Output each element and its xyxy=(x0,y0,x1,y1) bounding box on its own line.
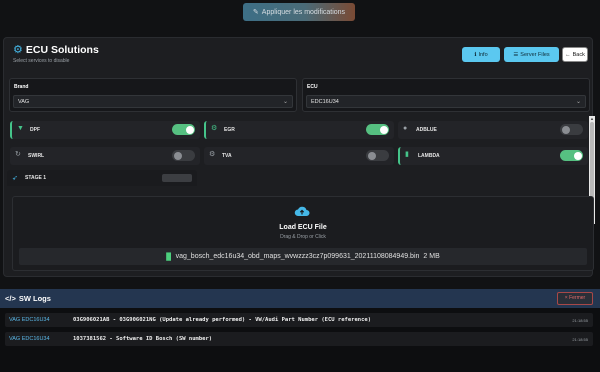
info-icon: ℹ xyxy=(474,51,477,58)
info-label: Info xyxy=(478,51,488,58)
close-logs-button[interactable]: × Fermer xyxy=(557,292,593,305)
back-arrow-icon: ← xyxy=(565,51,571,58)
option-swirl[interactable]: ↻ SWIRL xyxy=(10,147,200,165)
stage-label: STAGE 1 xyxy=(25,175,47,181)
toggle-knob xyxy=(573,151,582,160)
ecu-label: ECU xyxy=(307,84,318,90)
lambda-toggle[interactable] xyxy=(560,150,583,161)
file-icon: ▉ xyxy=(166,253,172,261)
close-icon: × xyxy=(564,295,568,301)
adblue-toggle[interactable] xyxy=(560,124,583,135)
log-time: 21:18:55 xyxy=(572,318,588,323)
toggle-knob xyxy=(379,125,388,134)
back-label: Back xyxy=(572,51,585,58)
sensor-icon: ▮ xyxy=(405,151,409,158)
logs-header: </> SW Logs × Fermer xyxy=(0,289,600,308)
close-logs-label: Fermer xyxy=(569,295,586,301)
info-button[interactable]: ℹ Info xyxy=(462,47,500,62)
ecu-select-group: ECU EDC16U34 ⌄ xyxy=(302,78,590,112)
brand-label: Brand xyxy=(14,84,29,90)
toggle-knob xyxy=(561,125,570,134)
server-files-button[interactable]: ☰ Server Files xyxy=(504,47,559,62)
cloud-upload-icon xyxy=(294,206,310,216)
option-stage-1[interactable]: ➶ STAGE 1 xyxy=(7,170,197,186)
brand-value: VAG xyxy=(18,99,30,105)
swirl-icon: ↻ xyxy=(15,151,21,158)
brand-select-group: Brand VAG ⌄ xyxy=(9,78,297,112)
option-egr[interactable]: ⚙ EGR xyxy=(204,121,394,139)
toggle-knob xyxy=(367,151,376,160)
logs-title-text: SW Logs xyxy=(18,294,51,303)
log-row: VAG EDC16U34 1037381562 - Software ID Bo… xyxy=(5,332,593,346)
panel-title: ⚙ ECU Solutions xyxy=(13,44,99,56)
droplet-icon: ● xyxy=(403,125,408,132)
rocket-icon: ➶ xyxy=(12,175,18,182)
pencil-icon: ✎ xyxy=(252,9,259,16)
filter-icon: ▼ xyxy=(17,125,24,132)
option-dpf[interactable]: ▼ DPF xyxy=(10,121,200,139)
back-button[interactable]: ← Back xyxy=(562,47,588,62)
option-adblue[interactable]: ● ADBLUE xyxy=(398,121,588,139)
loaded-file-bar: ▉ vag_bosch_edc16u34_obd_maps_wvwzzz3cz7… xyxy=(19,248,587,265)
egr-toggle[interactable] xyxy=(366,124,389,135)
server-icon: ☰ xyxy=(513,51,519,58)
log-source: VAG EDC16U34 xyxy=(9,336,50,342)
option-label: DPF xyxy=(30,127,40,133)
egr-icon: ⚙ xyxy=(211,125,218,132)
option-lambda[interactable]: ▮ LAMBDA xyxy=(398,147,588,165)
stage-badge xyxy=(162,174,192,182)
upload-dropzone[interactable]: Load ECU File Drag & Drop or Click ▉ vag… xyxy=(12,196,594,271)
log-message: 1037381562 - Software ID Bosch (SW numbe… xyxy=(73,336,213,342)
option-label: TVA xyxy=(222,153,232,159)
toggle-knob xyxy=(173,151,182,160)
server-files-label: Server Files xyxy=(520,51,550,58)
chevron-down-icon: ⌄ xyxy=(282,99,288,105)
upload-subtitle: Drag & Drop or Click xyxy=(280,234,326,240)
swirl-toggle[interactable] xyxy=(172,150,195,161)
apply-changes-button[interactable]: ✎ Appliquer les modifications xyxy=(243,3,355,21)
option-label: ADBLUE xyxy=(416,127,437,133)
brand-select[interactable]: VAG ⌄ xyxy=(13,95,293,108)
tva-toggle[interactable] xyxy=(366,150,389,161)
log-row: VAG EDC16U34 03G906021AB - 03G906021NG (… xyxy=(5,313,593,327)
log-source: VAG EDC16U34 xyxy=(9,317,50,323)
ecu-panel: ⚙ ECU Solutions Select services to disab… xyxy=(3,37,595,277)
panel-subtitle: Select services to disable xyxy=(13,58,70,64)
chevron-down-icon: ⌄ xyxy=(575,99,581,105)
option-tva[interactable]: ⚙ TVA xyxy=(204,147,394,165)
logs-title: </> SW Logs xyxy=(5,294,51,303)
option-label: SWIRL xyxy=(28,153,45,159)
dpf-toggle[interactable] xyxy=(172,124,195,135)
gear-icon: ⚙ xyxy=(209,151,216,158)
logs-body: VAG EDC16U34 03G906021AB - 03G906021NG (… xyxy=(0,308,600,372)
log-time: 21:18:55 xyxy=(572,337,588,342)
file-size: 2 MB xyxy=(423,253,440,260)
upload-title: Load ECU File xyxy=(279,224,327,231)
toggle-knob xyxy=(185,125,194,134)
gears-icon: ⚙ xyxy=(13,43,23,56)
file-name: vag_bosch_edc16u34_obd_maps_wvwzzz3cz7p0… xyxy=(175,253,420,260)
panel-title-text: ECU Solutions xyxy=(25,44,99,56)
log-message: 03G906021AB - 03G906021NG (Update alread… xyxy=(73,317,372,323)
option-label: EGR xyxy=(224,127,235,133)
code-icon: </> xyxy=(5,294,16,303)
scroll-up-icon[interactable]: ▲ xyxy=(589,116,595,121)
ecu-select[interactable]: EDC16U34 ⌄ xyxy=(306,95,586,108)
option-label: LAMBDA xyxy=(418,153,440,159)
apply-changes-label: Appliquer les modifications xyxy=(261,8,346,16)
ecu-value: EDC16U34 xyxy=(311,99,339,105)
